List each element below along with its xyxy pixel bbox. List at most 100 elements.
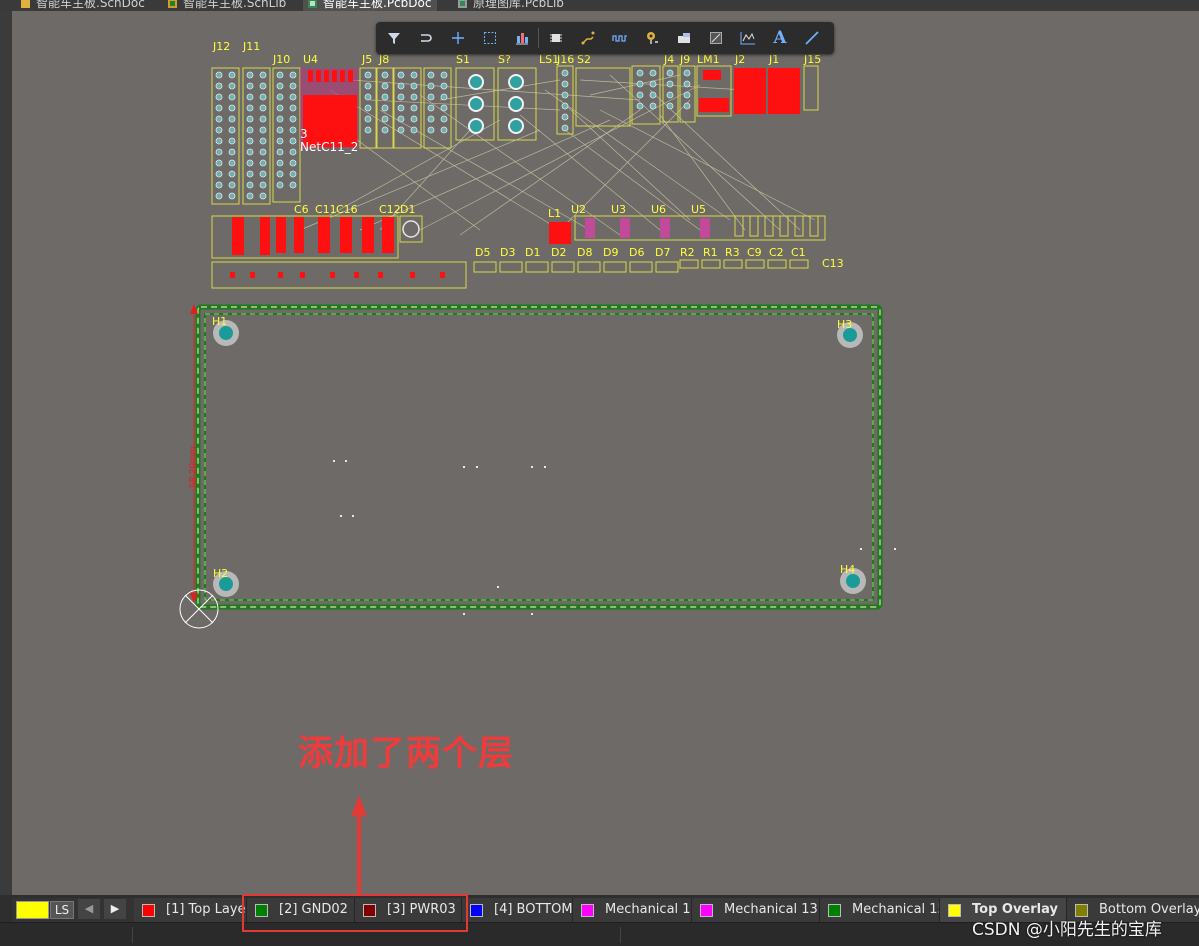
pin-pad <box>666 102 674 110</box>
j2-pad <box>734 68 766 114</box>
via-icon[interactable] <box>640 26 664 50</box>
pin-pad <box>246 71 254 79</box>
layer-color-swatch <box>948 904 961 917</box>
tab-pcblib[interactable]: 原理图库.PcbLib <box>453 0 570 11</box>
pin-pad <box>649 69 657 77</box>
pin-pad <box>276 104 284 112</box>
pin-pad <box>259 71 267 79</box>
designator-label: J10 <box>273 53 291 66</box>
pin-pad <box>561 80 569 88</box>
pin-pad <box>276 170 284 178</box>
pin-pad <box>246 126 254 134</box>
pin-pad <box>649 102 657 110</box>
pin-pad <box>276 82 284 90</box>
designator-label: C9 <box>747 246 762 259</box>
pin-pad <box>276 148 284 156</box>
interactive-route-icon[interactable] <box>576 26 600 50</box>
pin-pad <box>410 93 418 101</box>
align-icon[interactable] <box>510 26 534 50</box>
dimension-chart-icon[interactable] <box>736 26 760 50</box>
text-icon[interactable]: A <box>768 26 792 50</box>
pin-pad <box>427 104 435 112</box>
tab-schlib[interactable]: 智能车主板.SchLib <box>163 0 292 11</box>
designator-label: U2 <box>571 203 587 216</box>
scroll-right-icon[interactable]: ▶ <box>104 899 126 919</box>
designator-label: U6 <box>651 203 667 216</box>
pin-pad <box>246 148 254 156</box>
pin-pad <box>381 93 389 101</box>
pin-pad <box>381 104 389 112</box>
layer-tab[interactable]: Mechanical 1 <box>573 898 692 922</box>
layer-tab-label: [1] Top Layer <box>166 902 247 917</box>
pin-pad <box>228 170 236 178</box>
pin-pad <box>397 104 405 112</box>
pin-pad <box>289 115 297 123</box>
pin-pad <box>427 71 435 79</box>
designator-label: S? <box>498 53 511 66</box>
pin-pad <box>561 91 569 99</box>
watermark: CSDN @小阳先生的宝库 <box>972 920 1162 940</box>
designator-label: D2 <box>551 246 567 259</box>
hole-label-h3: H3 <box>837 318 853 331</box>
pin-pad <box>440 93 448 101</box>
route-icon[interactable] <box>414 26 438 50</box>
tab-schdoc[interactable]: 智能车主板.SchDoc <box>16 0 151 11</box>
designator-label: C6 <box>294 203 309 216</box>
pin-pad <box>397 82 405 90</box>
layer-tab[interactable]: [1] Top Layer <box>134 898 247 922</box>
pin-pad <box>364 71 372 79</box>
pin-pad <box>215 137 223 145</box>
designator-label: LM1 <box>697 53 720 66</box>
pin-pad <box>289 137 297 145</box>
pin-pad <box>215 71 223 79</box>
pin-pad <box>215 115 223 123</box>
component-icon[interactable] <box>544 26 568 50</box>
layer-tab[interactable]: [4] BOTTOM <box>462 898 573 922</box>
designator-label: J1 <box>769 53 780 66</box>
current-layer-swatch[interactable] <box>16 901 49 919</box>
pin-pad <box>649 80 657 88</box>
pin-pad <box>289 82 297 90</box>
filter-icon[interactable] <box>382 26 406 50</box>
pin-pad <box>410 104 418 112</box>
pin-pad <box>289 159 297 167</box>
pin-pad <box>561 124 569 132</box>
pin-pad <box>259 159 267 167</box>
designator-label: D8 <box>577 246 593 259</box>
layer-tab[interactable]: Mechanical 13 <box>692 898 820 922</box>
pin-pad <box>397 115 405 123</box>
pin-pad <box>228 93 236 101</box>
pin-pad <box>427 115 435 123</box>
pin-pad <box>364 82 372 90</box>
region-icon[interactable] <box>704 26 728 50</box>
annotation-arrow <box>351 795 367 895</box>
designator-label: D9 <box>603 246 619 259</box>
pcb-canvas[interactable]: 58.29mm J12 J11 J10 U4 J5 J8 S1 S? LS1 J16 S2 J4 J9 L… <box>12 11 1199 895</box>
pin-pad <box>397 126 405 134</box>
designator-label: J8 <box>379 53 390 66</box>
layer-tab[interactable]: Mechanical 15 <box>820 898 940 922</box>
pin-pad <box>215 82 223 90</box>
stray-dots <box>333 460 896 615</box>
row-three-pads <box>230 272 445 278</box>
pin-pad <box>228 104 236 112</box>
line-icon[interactable] <box>800 26 824 50</box>
add-point-icon[interactable] <box>446 26 470 50</box>
pin-pad <box>259 137 267 145</box>
designator-label: R1 <box>703 246 718 259</box>
select-rect-icon[interactable] <box>478 26 502 50</box>
tab-pcbdoc[interactable]: 智能车主板.PcbDoc <box>303 0 438 11</box>
designator-label: U3 <box>611 203 627 216</box>
hole-label-h2: H2 <box>213 567 229 580</box>
pin-pad <box>246 82 254 90</box>
designator-label: D3 <box>500 246 516 259</box>
active-bar-toolbar: A <box>376 22 834 54</box>
pin-pad <box>289 126 297 134</box>
pin-pad <box>215 181 223 189</box>
tune-length-icon[interactable] <box>608 26 632 50</box>
pin-pad <box>276 181 284 189</box>
layer-color-swatch <box>700 904 713 917</box>
ls-button[interactable]: LS <box>50 901 74 919</box>
scroll-left-icon[interactable]: ◀ <box>78 899 100 919</box>
fill-icon[interactable] <box>672 26 696 50</box>
